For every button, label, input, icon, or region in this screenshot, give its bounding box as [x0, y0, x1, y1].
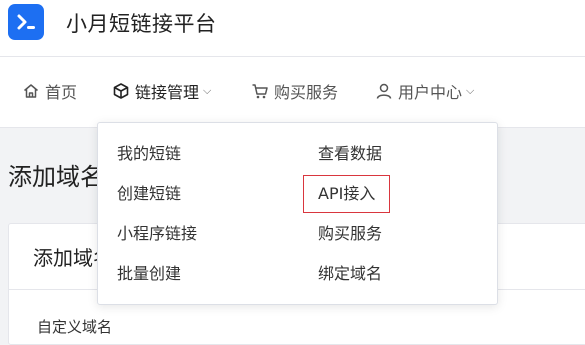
app-logo[interactable] — [8, 4, 44, 40]
menu-item-my-links[interactable]: 我的短链 — [117, 142, 181, 166]
menu-item-batch-create[interactable]: 批量创建 — [117, 262, 181, 286]
page-title: 添加域名 — [8, 163, 104, 191]
top-header: 小月短链接平台 — [0, 0, 585, 57]
nav-link-management[interactable]: 链接管理 ⌵ — [112, 79, 211, 103]
nav-buy-service[interactable]: 购买服务 — [251, 79, 338, 103]
nav-home-label: 首页 — [45, 83, 78, 102]
menu-item-bind-domain[interactable]: 绑定域名 — [318, 262, 382, 286]
menu-item-buy-service[interactable]: 购买服务 — [318, 222, 382, 246]
home-icon — [24, 84, 38, 98]
link-management-dropdown: 我的短链 创建短链 小程序链接 批量创建 查看数据 API接入 购买服务 绑定域… — [97, 122, 498, 305]
terminal-icon — [17, 14, 35, 30]
app-title: 小月短链接平台 — [66, 12, 217, 36]
cube-icon — [113, 83, 129, 99]
user-icon — [376, 83, 392, 99]
chevron-down-icon: ⌵ — [466, 84, 475, 97]
nav-home[interactable]: 首页 — [22, 79, 77, 103]
custom-domain-label: 自定义域名 — [37, 318, 113, 336]
cart-icon — [252, 84, 268, 99]
menu-item-miniprogram-link[interactable]: 小程序链接 — [117, 222, 197, 246]
main-nav: 首页 链接管理 ⌵ 购买服务 用户中心 ⌵ — [0, 57, 585, 128]
nav-user-center-label: 用户中心 — [398, 83, 463, 102]
nav-link-management-label: 链接管理 — [135, 83, 200, 102]
menu-item-api-access[interactable]: API接入 — [302, 175, 391, 213]
chevron-down-icon: ⌵ — [203, 84, 212, 97]
nav-buy-service-label: 购买服务 — [274, 83, 339, 102]
nav-user-center[interactable]: 用户中心 ⌵ — [375, 79, 474, 103]
menu-item-view-data[interactable]: 查看数据 — [318, 142, 382, 166]
menu-item-create-link[interactable]: 创建短链 — [117, 182, 181, 206]
